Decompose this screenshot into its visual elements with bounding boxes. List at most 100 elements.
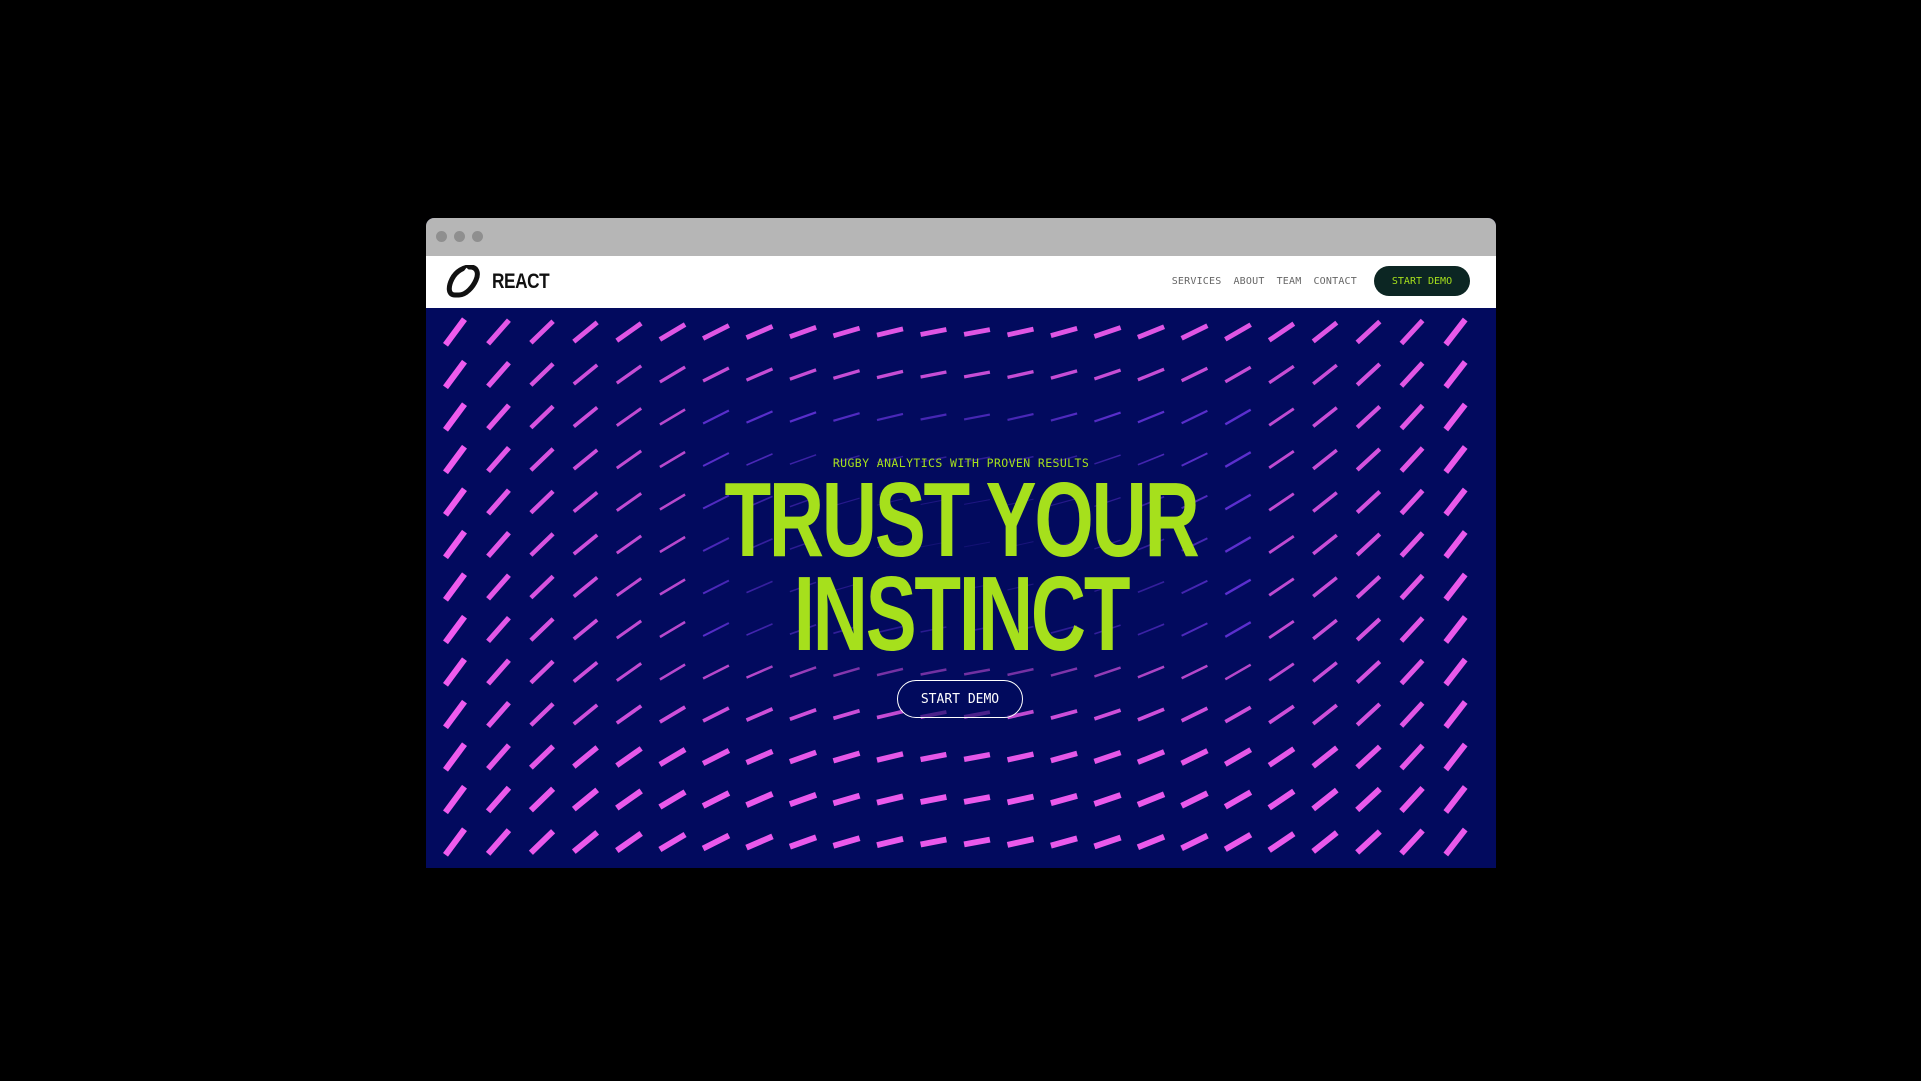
pattern-dash bbox=[1399, 403, 1425, 431]
nav-link-services[interactable]: SERVICES bbox=[1172, 276, 1222, 287]
pattern-dash bbox=[443, 402, 467, 432]
pattern-dash bbox=[1050, 326, 1078, 338]
pattern-dash bbox=[1443, 360, 1468, 389]
pattern-dash bbox=[920, 836, 947, 848]
pattern-dash bbox=[1136, 833, 1166, 851]
pattern-dash bbox=[1312, 363, 1338, 386]
pattern-dash bbox=[486, 743, 511, 771]
pattern-dash bbox=[528, 829, 556, 855]
pattern-dash bbox=[832, 792, 861, 807]
pattern-dash bbox=[1311, 745, 1339, 769]
pattern-dash bbox=[1355, 786, 1382, 813]
pattern-dash bbox=[658, 322, 687, 342]
pattern-dash bbox=[529, 404, 555, 430]
pattern-dash bbox=[1180, 790, 1209, 809]
pattern-dash bbox=[1267, 321, 1296, 343]
pattern-dash bbox=[745, 367, 774, 382]
pattern-dash bbox=[1050, 369, 1078, 380]
window-minimize-dot[interactable] bbox=[454, 231, 465, 242]
site-navbar: REACT SERVICES ABOUT TEAM CONTACT START … bbox=[426, 256, 1496, 308]
pattern-dash bbox=[789, 368, 817, 381]
pattern-dash bbox=[1050, 793, 1078, 806]
pattern-dash bbox=[572, 703, 599, 726]
pattern-dash bbox=[701, 748, 731, 766]
pattern-dash bbox=[571, 787, 600, 812]
pattern-dash bbox=[701, 832, 731, 852]
pattern-dash bbox=[1093, 792, 1122, 807]
pattern-dash bbox=[1006, 326, 1035, 338]
pattern-dash bbox=[1355, 744, 1382, 770]
window-close-dot[interactable] bbox=[436, 231, 447, 242]
pattern-dash bbox=[659, 408, 686, 426]
pattern-dash bbox=[745, 791, 774, 808]
pattern-dash bbox=[486, 700, 511, 729]
pattern-dash bbox=[1006, 793, 1035, 806]
pattern-dash bbox=[658, 705, 687, 724]
nav-link-team[interactable]: TEAM bbox=[1277, 276, 1302, 287]
pattern-dash bbox=[1443, 317, 1468, 347]
pattern-dash bbox=[876, 836, 904, 848]
pattern-dash bbox=[876, 326, 904, 338]
pattern-dash bbox=[1443, 785, 1468, 814]
nav-links: SERVICES ABOUT TEAM CONTACT START DEMO bbox=[1172, 266, 1470, 296]
pattern-dash bbox=[485, 828, 512, 856]
pattern-dash bbox=[1268, 407, 1295, 427]
pattern-dash bbox=[1093, 750, 1122, 764]
pattern-dash bbox=[1312, 703, 1338, 726]
pattern-dash bbox=[832, 325, 861, 339]
pattern-dash bbox=[615, 364, 643, 385]
pattern-dash bbox=[832, 835, 861, 849]
pattern-dash bbox=[1312, 406, 1338, 428]
pattern-dash bbox=[529, 702, 555, 727]
pattern-dash bbox=[572, 363, 599, 386]
pattern-dash bbox=[963, 751, 991, 763]
pattern-dash bbox=[789, 325, 817, 339]
pattern-dash bbox=[788, 749, 818, 765]
pattern-dash bbox=[1399, 658, 1425, 686]
pattern-dash bbox=[572, 745, 599, 769]
pattern-dash bbox=[528, 786, 556, 813]
pattern-dash bbox=[1399, 785, 1425, 814]
pattern-dash bbox=[1399, 318, 1425, 346]
pattern-dash bbox=[1050, 750, 1078, 764]
window-maximize-dot[interactable] bbox=[472, 231, 483, 242]
nav-link-contact[interactable]: CONTACT bbox=[1313, 276, 1357, 287]
pattern-dash bbox=[1267, 746, 1296, 768]
pattern-dash bbox=[1006, 836, 1035, 848]
pattern-dash bbox=[1224, 663, 1252, 681]
pattern-dash bbox=[876, 369, 904, 380]
pattern-dash bbox=[659, 663, 686, 681]
brand-logo[interactable]: REACT bbox=[446, 265, 562, 299]
pattern-dash bbox=[443, 742, 467, 772]
hero-start-demo-button[interactable]: START DEMO bbox=[897, 680, 1023, 718]
pattern-dash bbox=[701, 790, 731, 809]
pattern-dash bbox=[658, 747, 687, 767]
pattern-dash bbox=[443, 359, 467, 390]
pattern-dash bbox=[486, 318, 511, 346]
pattern-dash bbox=[745, 748, 774, 766]
pattern-dash bbox=[572, 660, 599, 684]
pattern-dash bbox=[1355, 702, 1382, 727]
pattern-dash bbox=[876, 751, 904, 763]
pattern-dash bbox=[1443, 657, 1468, 687]
pattern-dash bbox=[1137, 367, 1165, 382]
browser-window: REACT SERVICES ABOUT TEAM CONTACT START … bbox=[426, 218, 1496, 868]
pattern-dash bbox=[1311, 787, 1339, 812]
pattern-dash bbox=[1180, 323, 1209, 341]
pattern-dash bbox=[658, 831, 687, 853]
nav-link-about[interactable]: ABOUT bbox=[1233, 276, 1264, 287]
pattern-dash bbox=[1443, 827, 1468, 857]
pattern-dash bbox=[529, 659, 555, 685]
pattern-dash bbox=[659, 365, 686, 384]
nav-start-demo-button[interactable]: START DEMO bbox=[1374, 266, 1470, 296]
pattern-dash bbox=[1224, 705, 1252, 724]
pattern-dash bbox=[443, 827, 467, 857]
pattern-dash bbox=[788, 792, 818, 807]
pattern-dash bbox=[615, 746, 643, 768]
hero-headline-line-1: TRUST YOUR bbox=[724, 461, 1199, 579]
pattern-dash bbox=[529, 744, 555, 770]
pattern-dash bbox=[443, 784, 467, 815]
pattern-dash bbox=[615, 407, 643, 427]
pattern-dash bbox=[1136, 791, 1166, 808]
pattern-dash bbox=[615, 830, 643, 854]
